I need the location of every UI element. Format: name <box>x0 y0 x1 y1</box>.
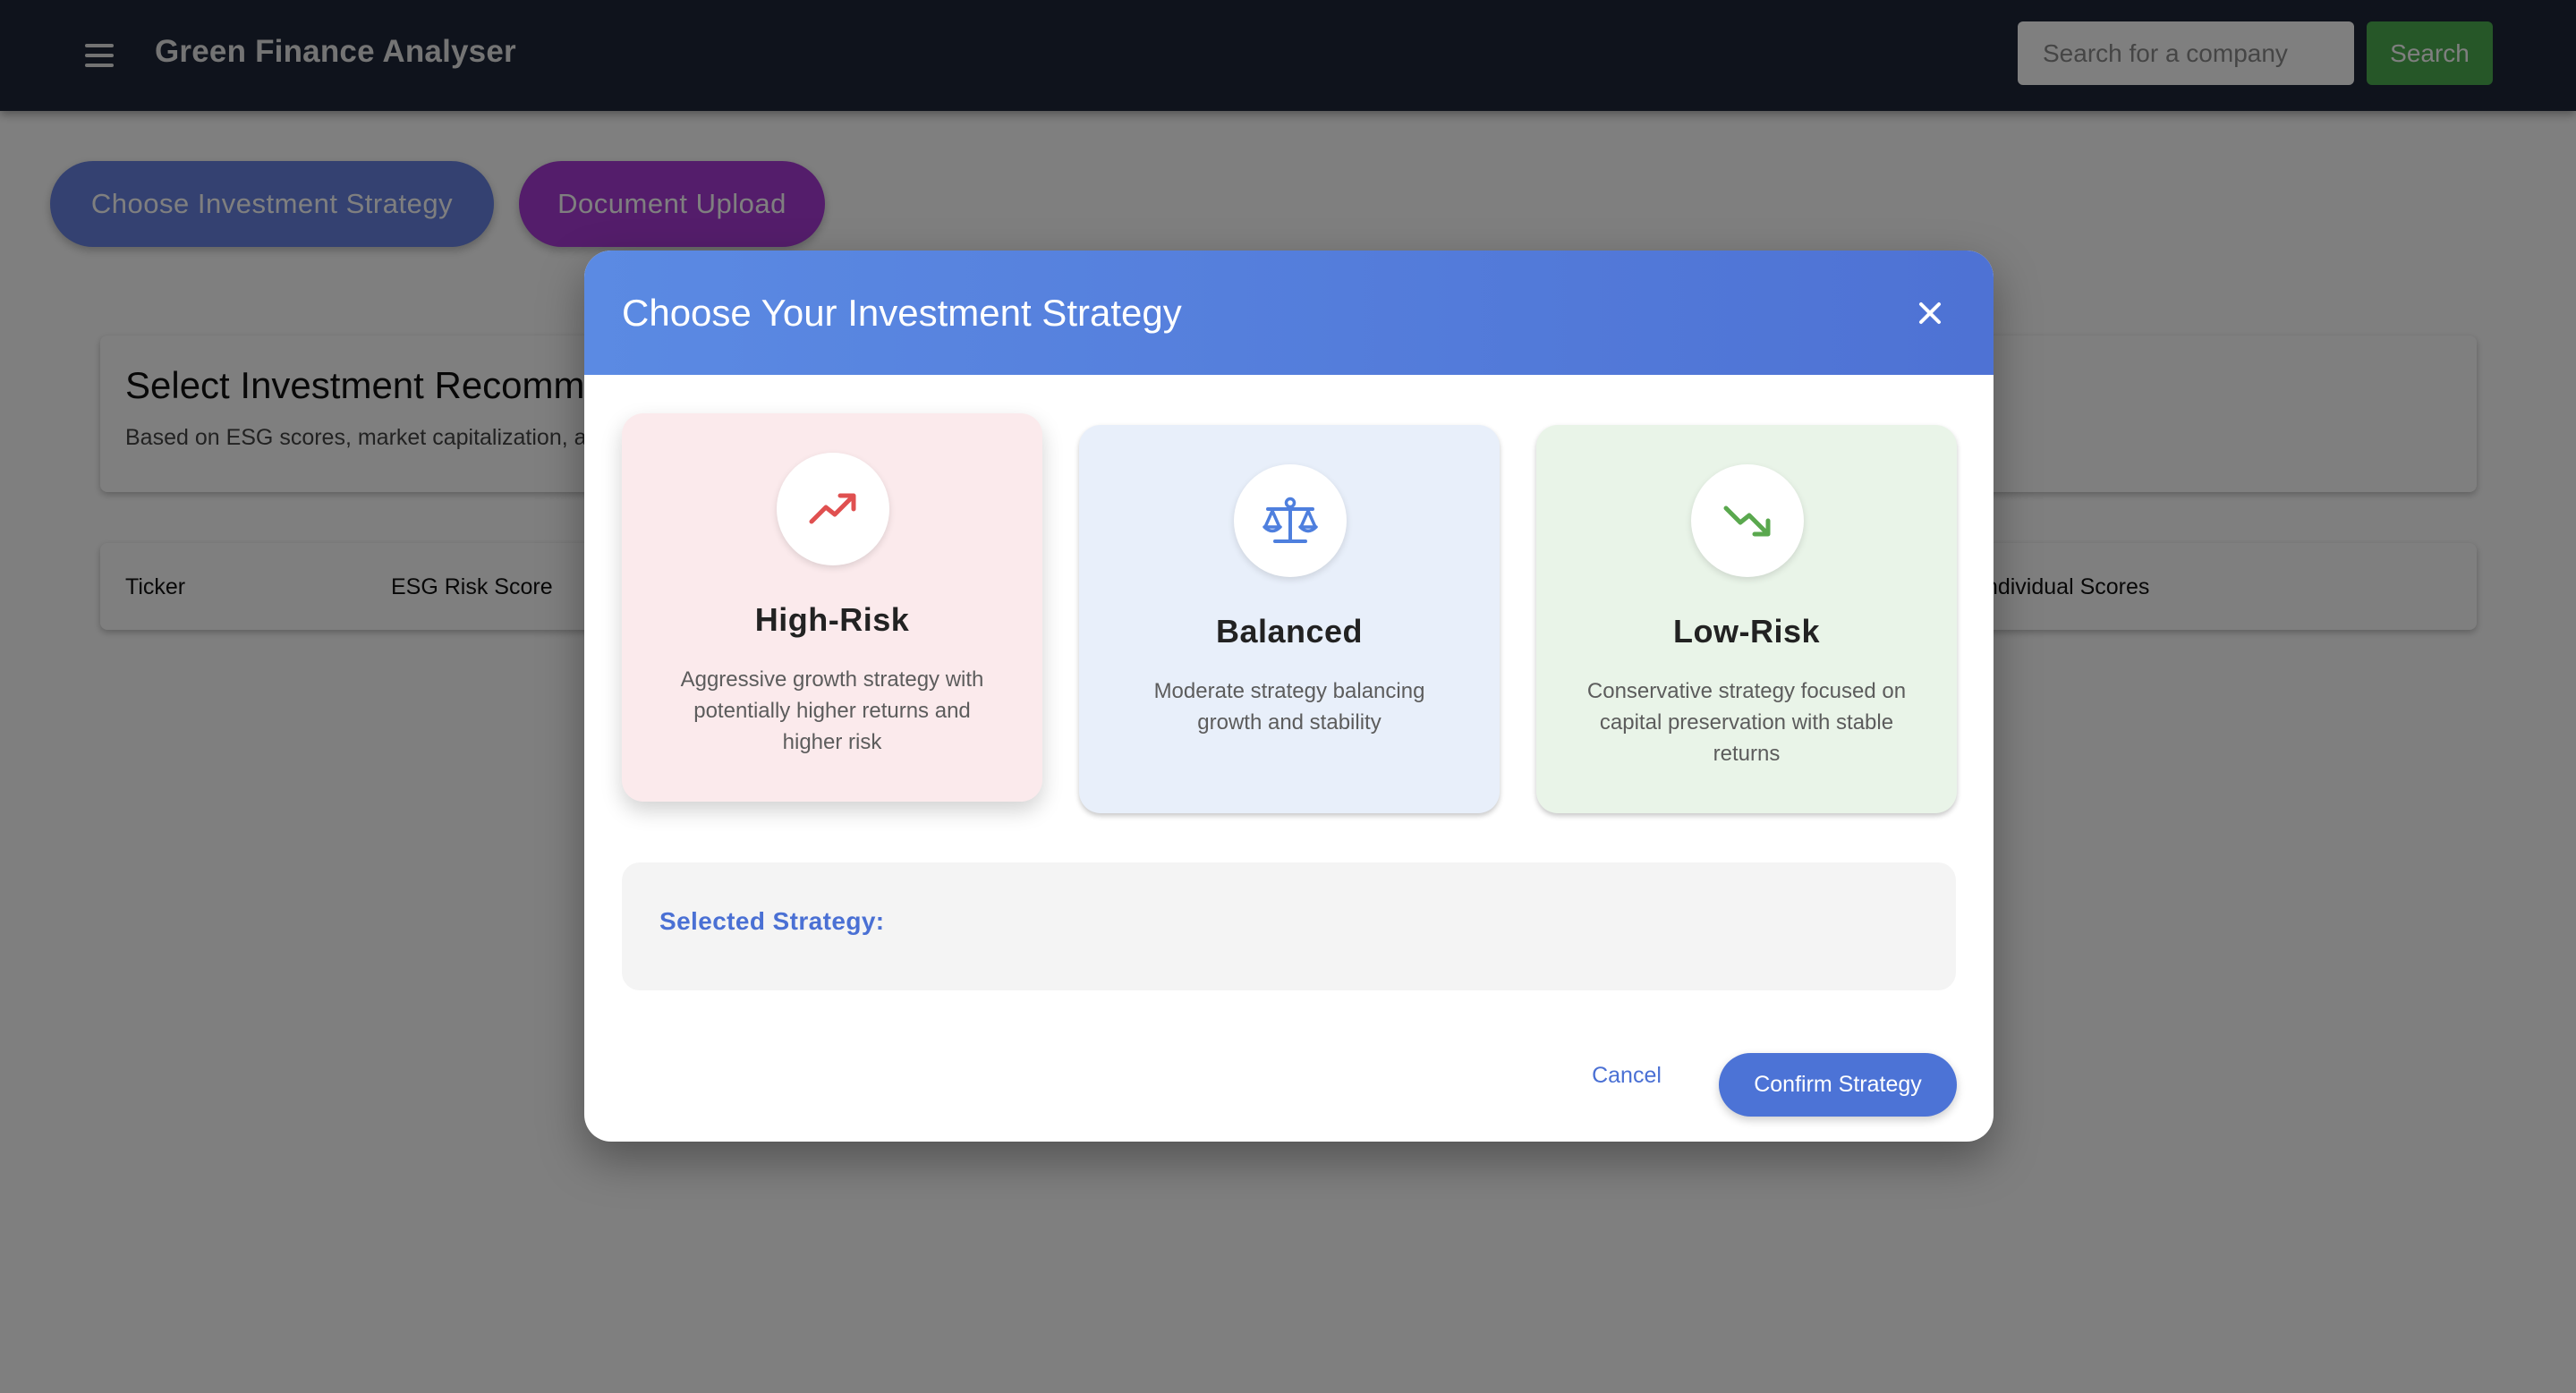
strategy-description: Aggressive growth strategy with potentia… <box>680 667 984 754</box>
strategy-card-balanced[interactable]: Balanced Moderate strategy balancing gro… <box>1079 425 1500 813</box>
selected-strategy-panel: Selected Strategy: <box>622 862 1956 990</box>
cancel-button[interactable]: Cancel <box>1569 1054 1685 1097</box>
close-icon[interactable] <box>1909 292 1951 335</box>
dialog-title: Choose Your Investment Strategy <box>622 292 1182 334</box>
trending-down-icon <box>1691 464 1804 577</box>
confirm-strategy-button[interactable]: Confirm Strategy <box>1719 1053 1957 1117</box>
strategy-card-low-risk[interactable]: Low-Risk Conservative strategy focused o… <box>1536 425 1957 813</box>
strategy-card-high-risk[interactable]: High-Risk Aggressive growth strategy wit… <box>622 413 1042 802</box>
investment-strategy-dialog: Choose Your Investment Strategy High-Ris… <box>584 251 1994 1142</box>
strategy-name: Balanced <box>1215 613 1364 650</box>
strategy-description: Moderate strategy balancing growth and s… <box>1153 679 1425 735</box>
strategy-description: Conservative strategy focused on capital… <box>1586 679 1907 766</box>
strategy-name: High-Risk <box>754 601 910 638</box>
selected-strategy-label: Selected Strategy: <box>659 907 885 935</box>
trending-up-icon <box>777 453 889 565</box>
dialog-header: Choose Your Investment Strategy <box>584 251 1994 375</box>
strategy-name: Low-Risk <box>1672 613 1820 650</box>
balance-scale-icon <box>1234 464 1347 577</box>
